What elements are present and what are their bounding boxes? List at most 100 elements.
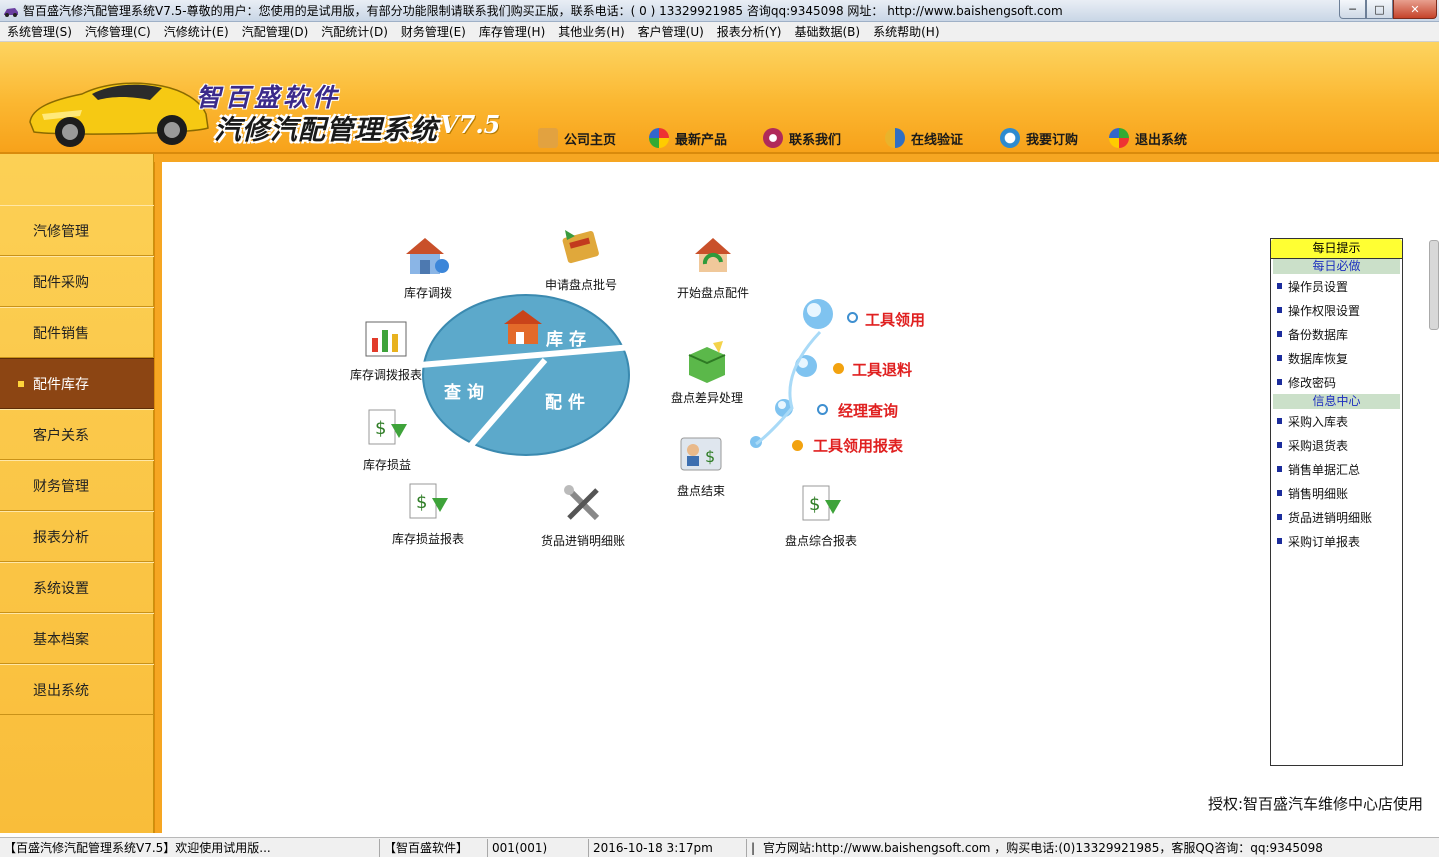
module-stock-transfer-report[interactable]: 库存调拨报表 (346, 314, 426, 383)
house-refresh-icon (695, 238, 731, 272)
box-check-icon (688, 341, 726, 383)
svg-text:$: $ (705, 447, 715, 466)
tip-purchase-order-report[interactable]: 采购订单报表 (1271, 529, 1402, 553)
money-arrow-icon: $ (409, 483, 448, 519)
nav-contact-us[interactable]: 联系我们 (763, 128, 841, 148)
bullet-icon (1277, 490, 1282, 496)
disk-label-parts[interactable]: 配件 (545, 388, 591, 413)
nav-order[interactable]: 我要订购 (1000, 128, 1078, 148)
tool-dot-icon (792, 440, 803, 451)
disk-label-query[interactable]: 查询 (444, 378, 490, 403)
pinwheel-icon (649, 128, 669, 148)
status-separator: | (751, 840, 756, 855)
tip-goods-ledger[interactable]: 货品进销明细账 (1271, 505, 1402, 529)
menu-inventory[interactable]: 库存管理(H) (472, 23, 551, 40)
nav-new-products[interactable]: 最新产品 (649, 128, 727, 148)
product-version: V7.5 (440, 110, 501, 139)
tip-permission-settings[interactable]: 操作权限设置 (1271, 298, 1402, 322)
sidebar-item-repair[interactable]: 汽修管理 (0, 205, 154, 256)
tools-icon (564, 485, 600, 521)
menu-repair-stats[interactable]: 汽修统计(E) (157, 23, 235, 40)
module-start-stocktake[interactable]: 开始盘点配件 (668, 232, 758, 301)
svg-text:$: $ (375, 418, 386, 439)
minimize-button[interactable]: ─ (1339, 0, 1366, 19)
bullet-icon (1277, 466, 1282, 472)
module-request-stocktake-batch[interactable]: 申请盘点批号 (536, 224, 626, 293)
menu-reports[interactable]: 报表分析(Y) (710, 23, 788, 40)
tip-backup-database[interactable]: 备份数据库 (1271, 322, 1402, 346)
menu-finance[interactable]: 财务管理(E) (394, 23, 472, 40)
nav-online-verify[interactable]: 在线验证 (885, 128, 963, 148)
module-goods-ledger[interactable]: 货品进销明细账 (533, 480, 633, 549)
sidebar-item-purchase[interactable]: 配件采购 (0, 256, 154, 307)
close-button[interactable]: ✕ (1393, 0, 1437, 19)
sidebar-item-sales[interactable]: 配件销售 (0, 307, 154, 358)
sidebar-item-archives[interactable]: 基本档案 (0, 613, 154, 664)
menu-system[interactable]: 系统管理(S) (0, 23, 78, 40)
window-title: 智百盛汽修汽配管理系统V7.5-尊敬的用户：您使用的是试用版，有部分功能限制请联… (23, 4, 1063, 18)
status-company: 【智百盛软件】 (380, 838, 488, 857)
tip-purchase-inbound[interactable]: 采购入库表 (1271, 409, 1402, 433)
tip-restore-database[interactable]: 数据库恢复 (1271, 346, 1402, 370)
contact-icon (763, 128, 783, 148)
menu-other[interactable]: 其他业务(H) (551, 23, 630, 40)
tip-change-password[interactable]: 修改密码 (1271, 370, 1402, 394)
menu-basic-data[interactable]: 基础数据(B) (788, 23, 867, 40)
tip-purchase-return[interactable]: 采购退货表 (1271, 433, 1402, 457)
sidebar-item-settings[interactable]: 系统设置 (0, 562, 154, 613)
main-content: 库存 查询 配件 库存调拨 申请盘点批号 开始盘点配件 库存调拨报表 盘点差异处… (162, 162, 1439, 833)
bar-chart-icon (365, 321, 407, 357)
bullet-icon (1277, 307, 1282, 313)
tool-link-borrow[interactable]: 工具领用 (865, 309, 925, 330)
scrollbar-thumb[interactable] (1429, 240, 1439, 330)
menu-parts[interactable]: 汽配管理(D) (235, 23, 315, 40)
home-icon (538, 128, 558, 148)
tips-header: 每日提示 (1271, 239, 1402, 259)
module-stocktake-finish[interactable]: $ 盘点结束 (666, 430, 736, 499)
menu-parts-stats[interactable]: 汽配统计(D) (314, 23, 394, 40)
daily-tips-panel: 每日提示 每日必做 操作员设置 操作权限设置 备份数据库 数据库恢复 修改密码 … (1270, 238, 1403, 766)
module-stocktake-summary-report[interactable]: $ 盘点综合报表 (779, 480, 863, 549)
module-stock-profit-loss[interactable]: $ 库存损益 (357, 404, 417, 473)
sidebar-item-reports[interactable]: 报表分析 (0, 511, 154, 562)
bullet-icon (1277, 283, 1282, 289)
nav-exit-system[interactable]: 退出系统 (1109, 128, 1187, 148)
tool-link-manager-query[interactable]: 经理查询 (838, 400, 898, 421)
module-stock-profit-loss-report[interactable]: $ 库存损益报表 (388, 478, 468, 547)
disk-label-inventory[interactable]: 库存 (546, 325, 592, 350)
sidebar-item-finance[interactable]: 财务管理 (0, 460, 154, 511)
app-icon (3, 3, 19, 19)
sidebar-item-exit[interactable]: 退出系统 (0, 664, 154, 715)
module-stocktake-discrepancy[interactable]: 盘点差异处理 (662, 337, 752, 406)
bullet-icon (1277, 538, 1282, 544)
sidebar: 汽修管理 配件采购 配件销售 配件库存 客户关系 财务管理 报表分析 系统设置 … (0, 154, 154, 833)
tip-operator-settings[interactable]: 操作员设置 (1271, 274, 1402, 298)
sidebar-item-inventory[interactable]: 配件库存 (0, 358, 154, 409)
inventory-disk-graphic (420, 294, 632, 458)
sidebar-item-customers[interactable]: 客户关系 (0, 409, 154, 460)
active-marker-icon (18, 380, 24, 387)
menu-customer[interactable]: 客户管理(U) (631, 23, 710, 40)
bullet-icon (1277, 418, 1282, 424)
money-arrow-icon: $ (368, 409, 407, 445)
license-text: 授权:智百盛汽车维修中心店使用 (1207, 795, 1423, 813)
tool-dot-icon (833, 363, 844, 374)
tool-link-borrow-report[interactable]: 工具领用报表 (813, 435, 903, 456)
menu-repair[interactable]: 汽修管理(C) (78, 23, 157, 40)
status-datetime: 2016-10-18 3:17pm (589, 838, 747, 857)
maximize-button[interactable]: □ (1366, 0, 1393, 19)
module-stock-transfer[interactable]: 库存调拨 (393, 232, 463, 301)
tool-link-return[interactable]: 工具退料 (852, 359, 912, 380)
tip-sales-summary[interactable]: 销售单据汇总 (1271, 457, 1402, 481)
tip-sales-ledger[interactable]: 销售明细账 (1271, 481, 1402, 505)
status-bar: 【百盛汽修汽配管理系统V7.5】欢迎使用试用版... 【智百盛软件】 001(0… (0, 837, 1439, 857)
nav-company-home[interactable]: 公司主页 (538, 128, 616, 148)
person-money-icon: $ (680, 437, 722, 471)
svg-text:$: $ (416, 492, 427, 513)
menu-help[interactable]: 系统帮助(H) (866, 23, 945, 40)
title-bar: 智百盛汽修汽配管理系统V7.5-尊敬的用户：您使用的是试用版，有部分功能限制请联… (0, 0, 1439, 22)
tips-section-daily: 每日必做 (1273, 259, 1400, 274)
order-icon (1000, 128, 1020, 148)
bullet-icon (1277, 331, 1282, 337)
product-title: 汽修汽配管理系统 (214, 115, 438, 146)
